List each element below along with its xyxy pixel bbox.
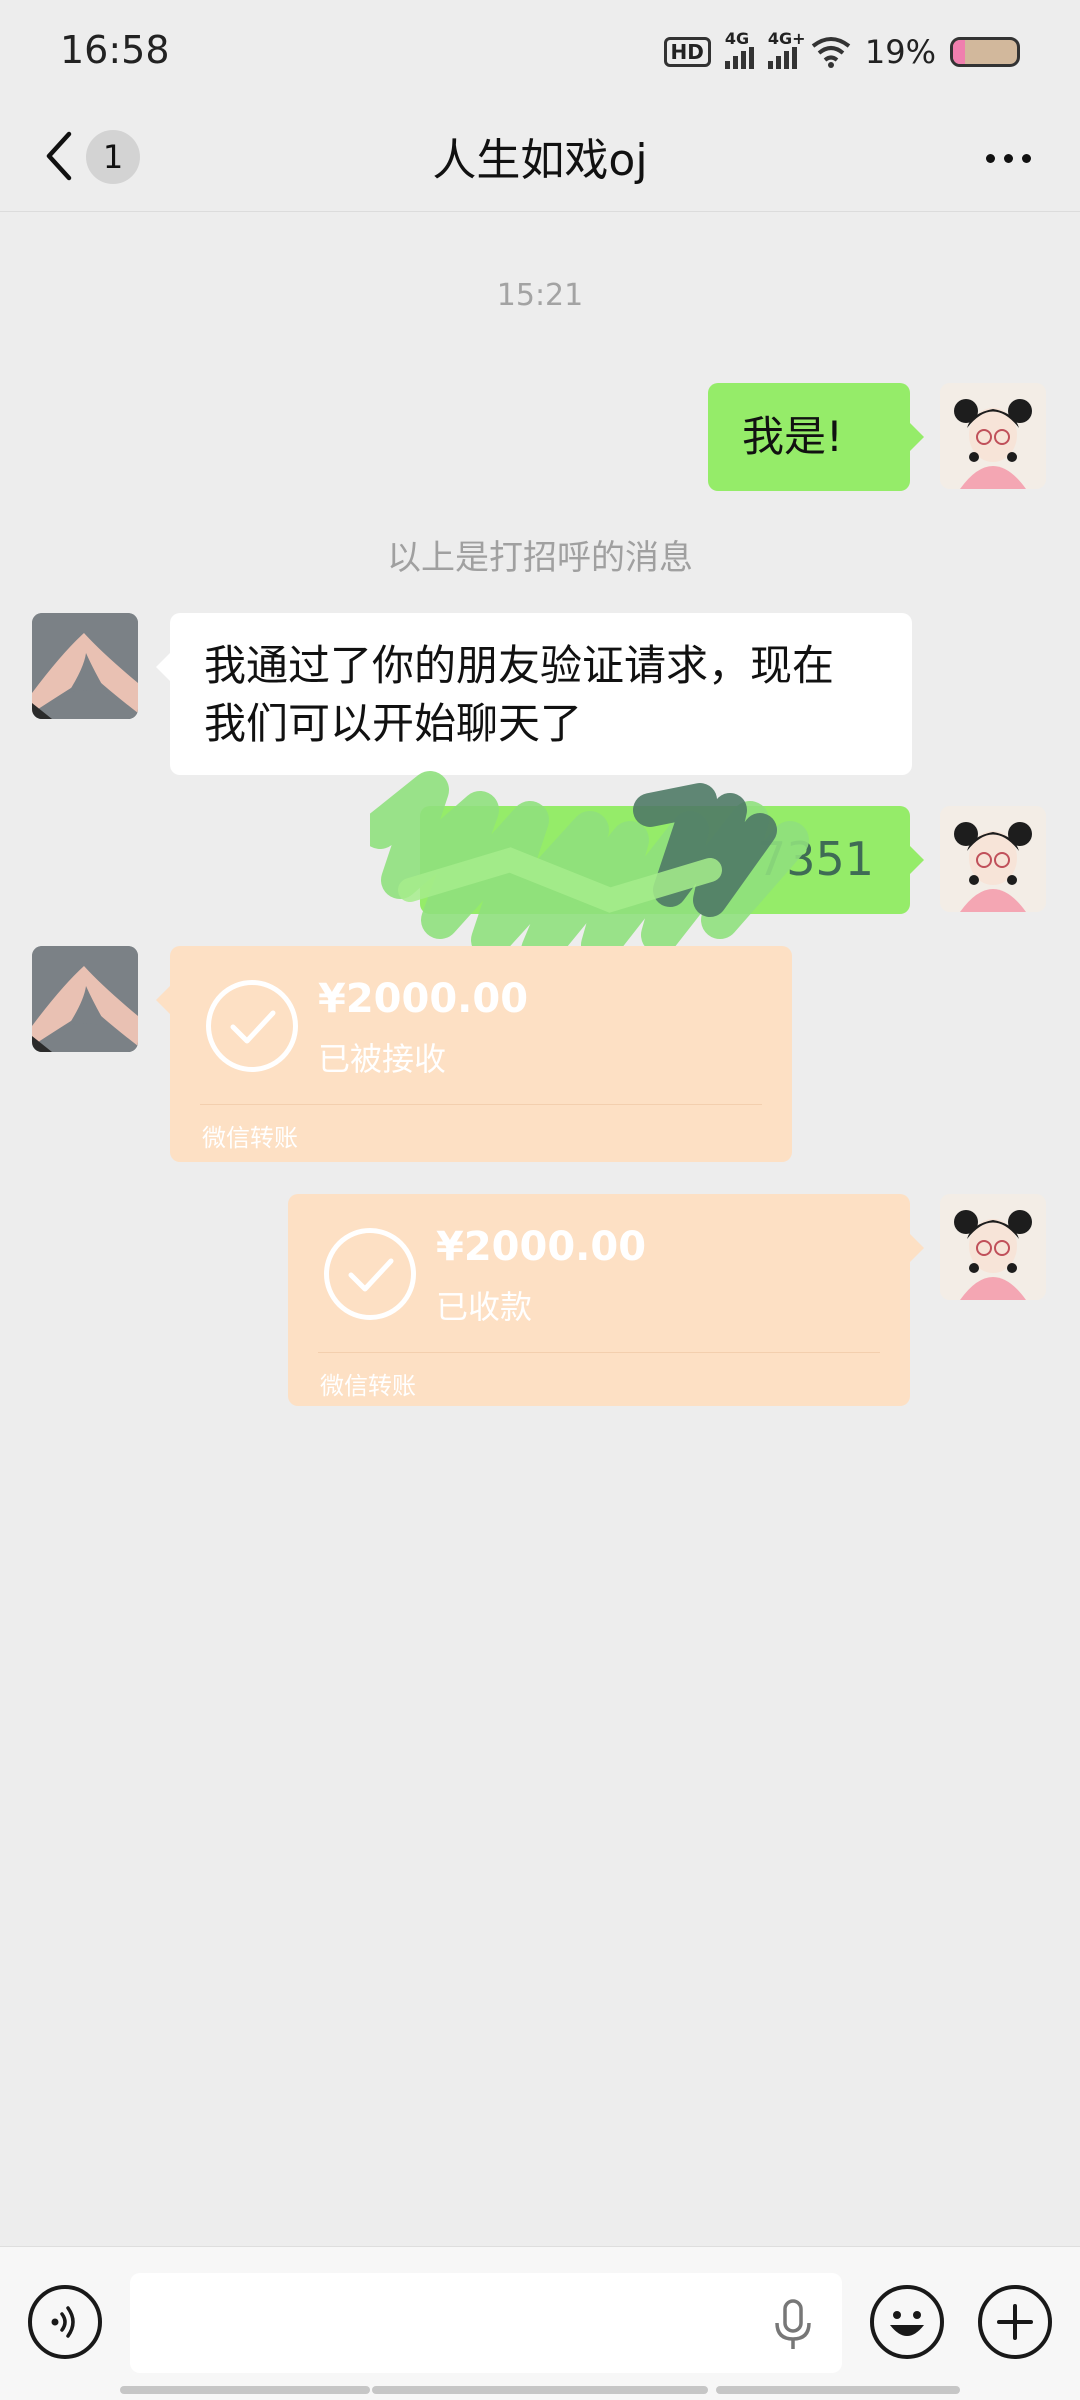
transfer-amount: ¥2000.00 xyxy=(436,1224,647,1270)
transfer-footer: 微信转账 xyxy=(202,1124,298,1152)
status-bar: 16:58 HD 4G 4G+ 19% xyxy=(0,0,1080,100)
status-time: 16:58 xyxy=(60,28,170,72)
received-message-bubble[interactable]: 我通过了你的朋友验证请求，现在 我们可以开始聊天了 xyxy=(156,613,912,775)
voice-icon xyxy=(51,2306,75,2338)
status-icons: HD 4G 4G+ 19% xyxy=(663,29,1020,74)
nav-bar: 1 人生如戏oj xyxy=(0,100,1080,212)
battery-icon xyxy=(950,37,1020,67)
self-avatar[interactable] xyxy=(940,383,1046,489)
check-icon xyxy=(324,1228,416,1320)
hd-icon: HD xyxy=(663,37,711,67)
gesture-bar xyxy=(716,2386,960,2394)
mic-icon[interactable] xyxy=(770,2299,816,2351)
transfer-footer: 微信转账 xyxy=(320,1372,416,1400)
input-bar xyxy=(0,2246,1080,2400)
plus-button[interactable] xyxy=(978,2285,1052,2359)
system-notice: 以上是打招呼的消息 xyxy=(387,538,693,578)
contact-avatar[interactable] xyxy=(32,946,138,1052)
signal-4g-plus-label: 4G+ xyxy=(767,29,806,48)
signal-icon: 4G xyxy=(724,29,754,69)
unread-badge[interactable]: 1 xyxy=(86,130,140,184)
wifi-icon xyxy=(811,37,851,68)
self-avatar[interactable] xyxy=(940,1194,1046,1300)
transfer-card-received[interactable]: ¥2000.00 已被接收 微信转账 xyxy=(156,946,792,1162)
transfer-divider xyxy=(200,1104,762,1105)
plus-icon xyxy=(997,2304,1033,2340)
transfer-card-sent[interactable]: ¥2000.00 已收款 微信转账 xyxy=(288,1194,924,1406)
more-dots-icon xyxy=(985,153,995,163)
self-avatar[interactable] xyxy=(940,806,1046,912)
battery-percent: 19% xyxy=(864,33,936,71)
transfer-amount: ¥2000.00 xyxy=(318,976,529,1022)
emoji-icon xyxy=(890,2311,924,2336)
transfer-divider xyxy=(318,1352,880,1353)
chat-screen: 16:58 HD 4G 4G+ 19% 1 人生如戏oj 15:21 我是! 以… xyxy=(0,0,1080,2400)
transfer-status: 已收款 xyxy=(436,1288,533,1326)
message-text-line1: 我通过了你的朋友验证请求，现在 xyxy=(204,641,835,690)
gesture-bar xyxy=(120,2386,370,2394)
message-text-line2: 我们可以开始聊天了 xyxy=(204,699,583,748)
message-timestamp: 15:21 xyxy=(496,278,584,313)
chat-title: 人生如戏oj xyxy=(432,135,648,186)
battery-level xyxy=(953,40,966,64)
contact-avatar[interactable] xyxy=(32,613,138,719)
message-input[interactable] xyxy=(130,2273,842,2373)
voice-button[interactable] xyxy=(28,2285,102,2359)
gesture-bar xyxy=(372,2386,708,2394)
signal-icon-2: 4G+ xyxy=(767,29,806,69)
message-text: 我是! xyxy=(742,412,843,461)
sent-message-bubble[interactable]: 我是! xyxy=(708,383,924,491)
more-button[interactable] xyxy=(972,136,1044,180)
redaction-scribble xyxy=(370,771,809,969)
back-button[interactable] xyxy=(38,126,78,186)
check-icon xyxy=(206,980,298,1072)
chevron-left-icon xyxy=(46,131,72,181)
signal-4g-label: 4G xyxy=(724,29,750,48)
emoji-button[interactable] xyxy=(870,2285,944,2359)
transfer-status: 已被接收 xyxy=(318,1040,447,1078)
